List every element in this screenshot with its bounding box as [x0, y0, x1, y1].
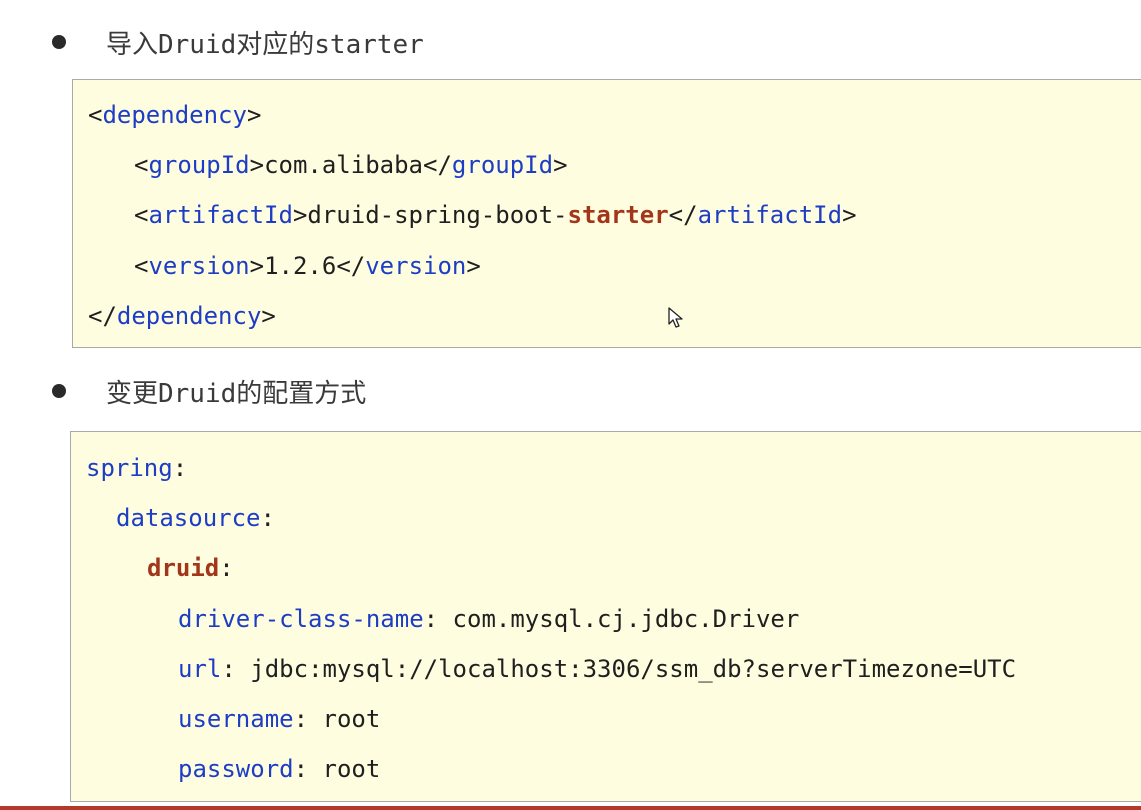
xml-line-groupid: <groupId>com.alibaba</groupId> [134, 151, 568, 179]
xml-line-dependency-close: </dependency> [88, 302, 276, 330]
yaml-key: username [178, 705, 294, 733]
xml-value: druid-spring-boot- [307, 201, 568, 229]
yaml-key: password [178, 755, 294, 783]
xml-tag-name: version [365, 252, 467, 280]
yaml-key: spring [86, 454, 173, 482]
yaml-value: root [322, 755, 381, 783]
xml-code-block: <dependency> <groupId>com.alibaba</group… [72, 79, 1141, 348]
yaml-line-spring: spring: [86, 454, 188, 482]
yaml-value: com.mysql.cj.jdbc.Driver [452, 605, 800, 633]
yaml-line-url: url: jdbc:mysql://localhost:3306/ssm_db?… [178, 655, 1017, 683]
yaml-key-highlight: druid [147, 554, 220, 582]
yaml-line-driver: driver-class-name: com.mysql.cj.jdbc.Dri… [178, 605, 800, 633]
xml-tag-name: dependency [102, 101, 247, 129]
xml-tag-name: dependency [116, 302, 262, 330]
yaml-value: jdbc:mysql://localhost:3306/ssm_db?serve… [250, 655, 1017, 683]
bullet-text: 变更Druid的配置方式 [106, 378, 367, 409]
bullet-dot [52, 384, 66, 398]
yaml-line-druid: druid: [147, 554, 234, 582]
yaml-key: url [178, 655, 222, 683]
yaml-value: root [322, 705, 381, 733]
xml-value: com.alibaba [264, 151, 424, 179]
yaml-line-password: password: root [178, 755, 381, 783]
xml-tag-name: groupId [451, 151, 554, 179]
xml-value: 1.2.6 [264, 252, 337, 280]
xml-line-artifactid: <artifactId>druid-spring-boot-starter</a… [134, 201, 857, 229]
xml-line-version: <version>1.2.6</version> [134, 252, 481, 280]
yaml-key: datasource [116, 504, 261, 532]
yaml-line-username: username: root [178, 705, 381, 733]
yaml-key: driver-class-name [178, 605, 424, 633]
xml-tag-name: artifactId [148, 201, 293, 229]
xml-tag-name: version [148, 252, 250, 280]
xml-tag-name: artifactId [697, 201, 843, 229]
bottom-divider [0, 806, 1141, 810]
xml-line-dependency-open: <dependency> [88, 101, 262, 129]
yaml-line-datasource: datasource: [116, 504, 275, 532]
bullet-dot [52, 35, 66, 49]
xml-value-highlight: starter [567, 201, 669, 229]
mouse-pointer-icon [668, 307, 683, 328]
bullet-text: 导入Druid对应的starter [106, 29, 424, 60]
yaml-code-block: spring: datasource: druid: driver-class-… [70, 431, 1141, 802]
xml-tag-name: groupId [148, 151, 250, 179]
